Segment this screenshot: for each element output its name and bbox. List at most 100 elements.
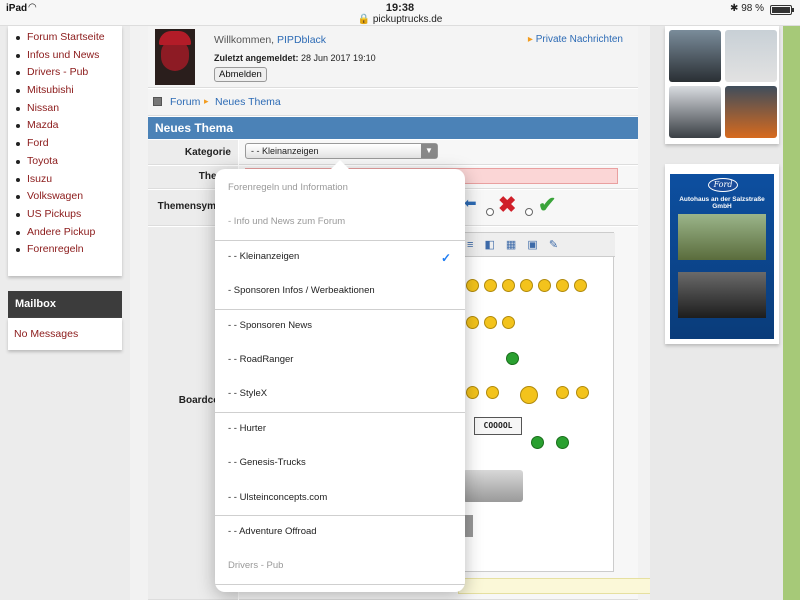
dropdown-separator [215,411,465,413]
dropdown-option-label: - - Ulsteinconcepts.com [228,491,328,503]
sidebar-item[interactable]: Mitsubishi [14,82,122,100]
sidebar-item[interactable]: US Pickups [14,206,122,224]
dropdown-option-label: - - RoadRanger [228,354,294,365]
breadcrumb-forum[interactable]: Forum [170,96,200,108]
section-title: Neues Thema [148,117,638,139]
red-x-icon[interactable]: ✖ [498,192,516,218]
dropdown-option: Forenregeln und Information [215,182,465,193]
sidebar-item[interactable]: Volkswagen [14,188,122,206]
sidebar-item[interactable]: Nissan [14,100,122,118]
private-messages-link[interactable]: Private Nachrichten [528,34,623,45]
smiley-icon[interactable] [466,386,479,399]
sidebar-item[interactable]: Forum Startseite [14,29,122,47]
truck-photo [725,30,777,82]
battery-level [772,7,790,13]
category-selected-value: - - Kleinanzeigen [251,146,319,156]
sidebar-item[interactable]: Toyota [14,153,122,171]
sidebar-item[interactable]: Drivers - Pub [14,64,122,82]
sidebar-item[interactable]: Mazda [14,117,122,135]
dropdown-option[interactable]: - Sponsoren Infos / Werbeaktionen [215,285,465,296]
mailbox-title: Mailbox [8,291,122,318]
url-text: pickuptrucks.de [372,14,443,25]
avatar[interactable] [155,29,195,85]
dropdown-option[interactable]: - - Genesis-Trucks [215,457,465,468]
big-smiley-icon[interactable] [520,386,538,404]
dropdown-option-label: - Info und News zum Forum [228,216,346,228]
sidebar-item[interactable]: Isuzu [14,171,122,189]
smiley-icon[interactable] [486,386,499,399]
smiley-icon[interactable] [502,279,515,292]
dropdown-option[interactable]: - - Adventure Offroad [215,526,465,537]
smiley-icon[interactable] [556,279,569,292]
bbcode-editor[interactable]: ≡ ◧ ▦ ▣ ✎ [458,232,615,572]
dropdown-option-label: - - Sponsoren News [228,319,312,331]
symbol-radio[interactable] [486,208,494,216]
ford-dealer-ad[interactable]: Ford Autohaus an der Salzstraße GmbH [665,164,779,344]
breadcrumb: Forum ▸ Neues Thema [148,89,638,116]
smiley-icon[interactable] [466,316,479,329]
ford-dealer-name: Autohaus an der Salzstraße GmbH [679,196,765,210]
username-link[interactable]: PIPDblack [277,34,326,46]
checkmark-icon: ✓ [440,250,451,265]
dropdown-option[interactable]: - - RoadRanger [215,354,465,365]
smiley-icon[interactable] [466,279,479,292]
truck-image-thumbnail[interactable] [463,470,523,502]
category-dropdown-popover: Forenregeln und Information - Info und Ne… [215,169,465,592]
left-sidebar: Forum Startseite Infos und News Drivers - … [0,26,130,600]
smiley-icon[interactable] [502,316,515,329]
dropdown-option[interactable]: - - Hurter [215,423,465,434]
sidebar-item[interactable]: Ford [14,135,122,153]
battery-icon [770,5,794,15]
smiley-icon[interactable] [484,316,497,329]
green-smiley-icon[interactable] [531,436,544,449]
ios-status-bar: iPad ◠ 19:38 🔒 pickuptrucks.de ✱ 98 % [0,0,800,26]
smiley-icon[interactable] [576,386,589,399]
truck-photo [669,30,721,82]
dropdown-option-label: - - Adventure Offroad [228,526,317,537]
dropdown-option[interactable]: - - Sponsoren News [215,320,465,331]
dropdown-option-label: - - Hurter [228,422,266,434]
dropdown-option[interactable]: - - StyleX [215,388,465,399]
ford-truck-photo [678,272,766,318]
home-icon[interactable] [153,97,162,106]
dropdown-option[interactable]: - - Kleinanzeigen ✓ [215,250,465,265]
green-smiley-icon[interactable] [556,436,569,449]
forum-nav-box: Forum Startseite Infos und News Drivers - … [8,26,122,276]
smiley-icon[interactable] [556,386,569,399]
sidebar-item[interactable]: Forenregeln [14,241,122,259]
sidebar-item[interactable]: Andere Pickup [14,224,122,242]
battery-percent: 98 % [741,3,764,14]
bluetooth-icon: ✱ [730,3,739,14]
smiley-icon[interactable] [484,279,497,292]
user-panel: Willkommen, PIPDblack Zuletzt angemeldet… [148,26,638,88]
welcome-text: Willkommen, PIPDblack [214,34,327,46]
coool-smiley-sign[interactable]: COOOOL [474,417,522,435]
smiley-icon[interactable] [538,279,551,292]
green-smiley-icon[interactable] [506,352,519,365]
smiley-icon[interactable] [574,279,587,292]
dropdown-option: Drivers - Pub [215,560,465,571]
arrow-left-icon[interactable]: ⬅ [464,194,477,212]
dropdown-option[interactable]: - - Ulsteinconcepts.com [215,492,465,503]
page-background-strip [783,26,800,600]
address-bar[interactable]: 🔒 pickuptrucks.de [0,14,800,25]
sidebar-item[interactable]: Infos und News [14,47,122,65]
ford-logo: Ford [708,178,738,192]
dropdown-separator [215,515,465,516]
ford-truck-photo [678,214,766,260]
breadcrumb-current[interactable]: Neues Thema [215,96,281,108]
dropdown-option: - Info und News zum Forum [215,216,465,227]
green-check-icon[interactable]: ✔ [538,192,556,218]
dropdown-option-label: - - Kleinanzeigen [228,250,300,262]
truck-photos-ad[interactable] [665,26,779,144]
ford-ad-banner: Ford Autohaus an der Salzstraße GmbH [670,174,774,339]
category-select[interactable]: - - Kleinanzeigen ▼ [245,143,438,159]
smiley-icon[interactable] [520,279,533,292]
battery-text: ✱ 98 % [730,3,764,14]
dropdown-option-label: - - StyleX [228,388,268,400]
editor-toolbar[interactable]: ≡ ◧ ▦ ▣ ✎ [459,233,615,257]
mailbox-message[interactable]: No Messages [8,318,122,350]
dropdown-option-label: - - Genesis-Trucks [228,457,306,469]
symbol-radio[interactable] [525,208,533,216]
logout-button[interactable]: Abmelden [214,67,267,82]
